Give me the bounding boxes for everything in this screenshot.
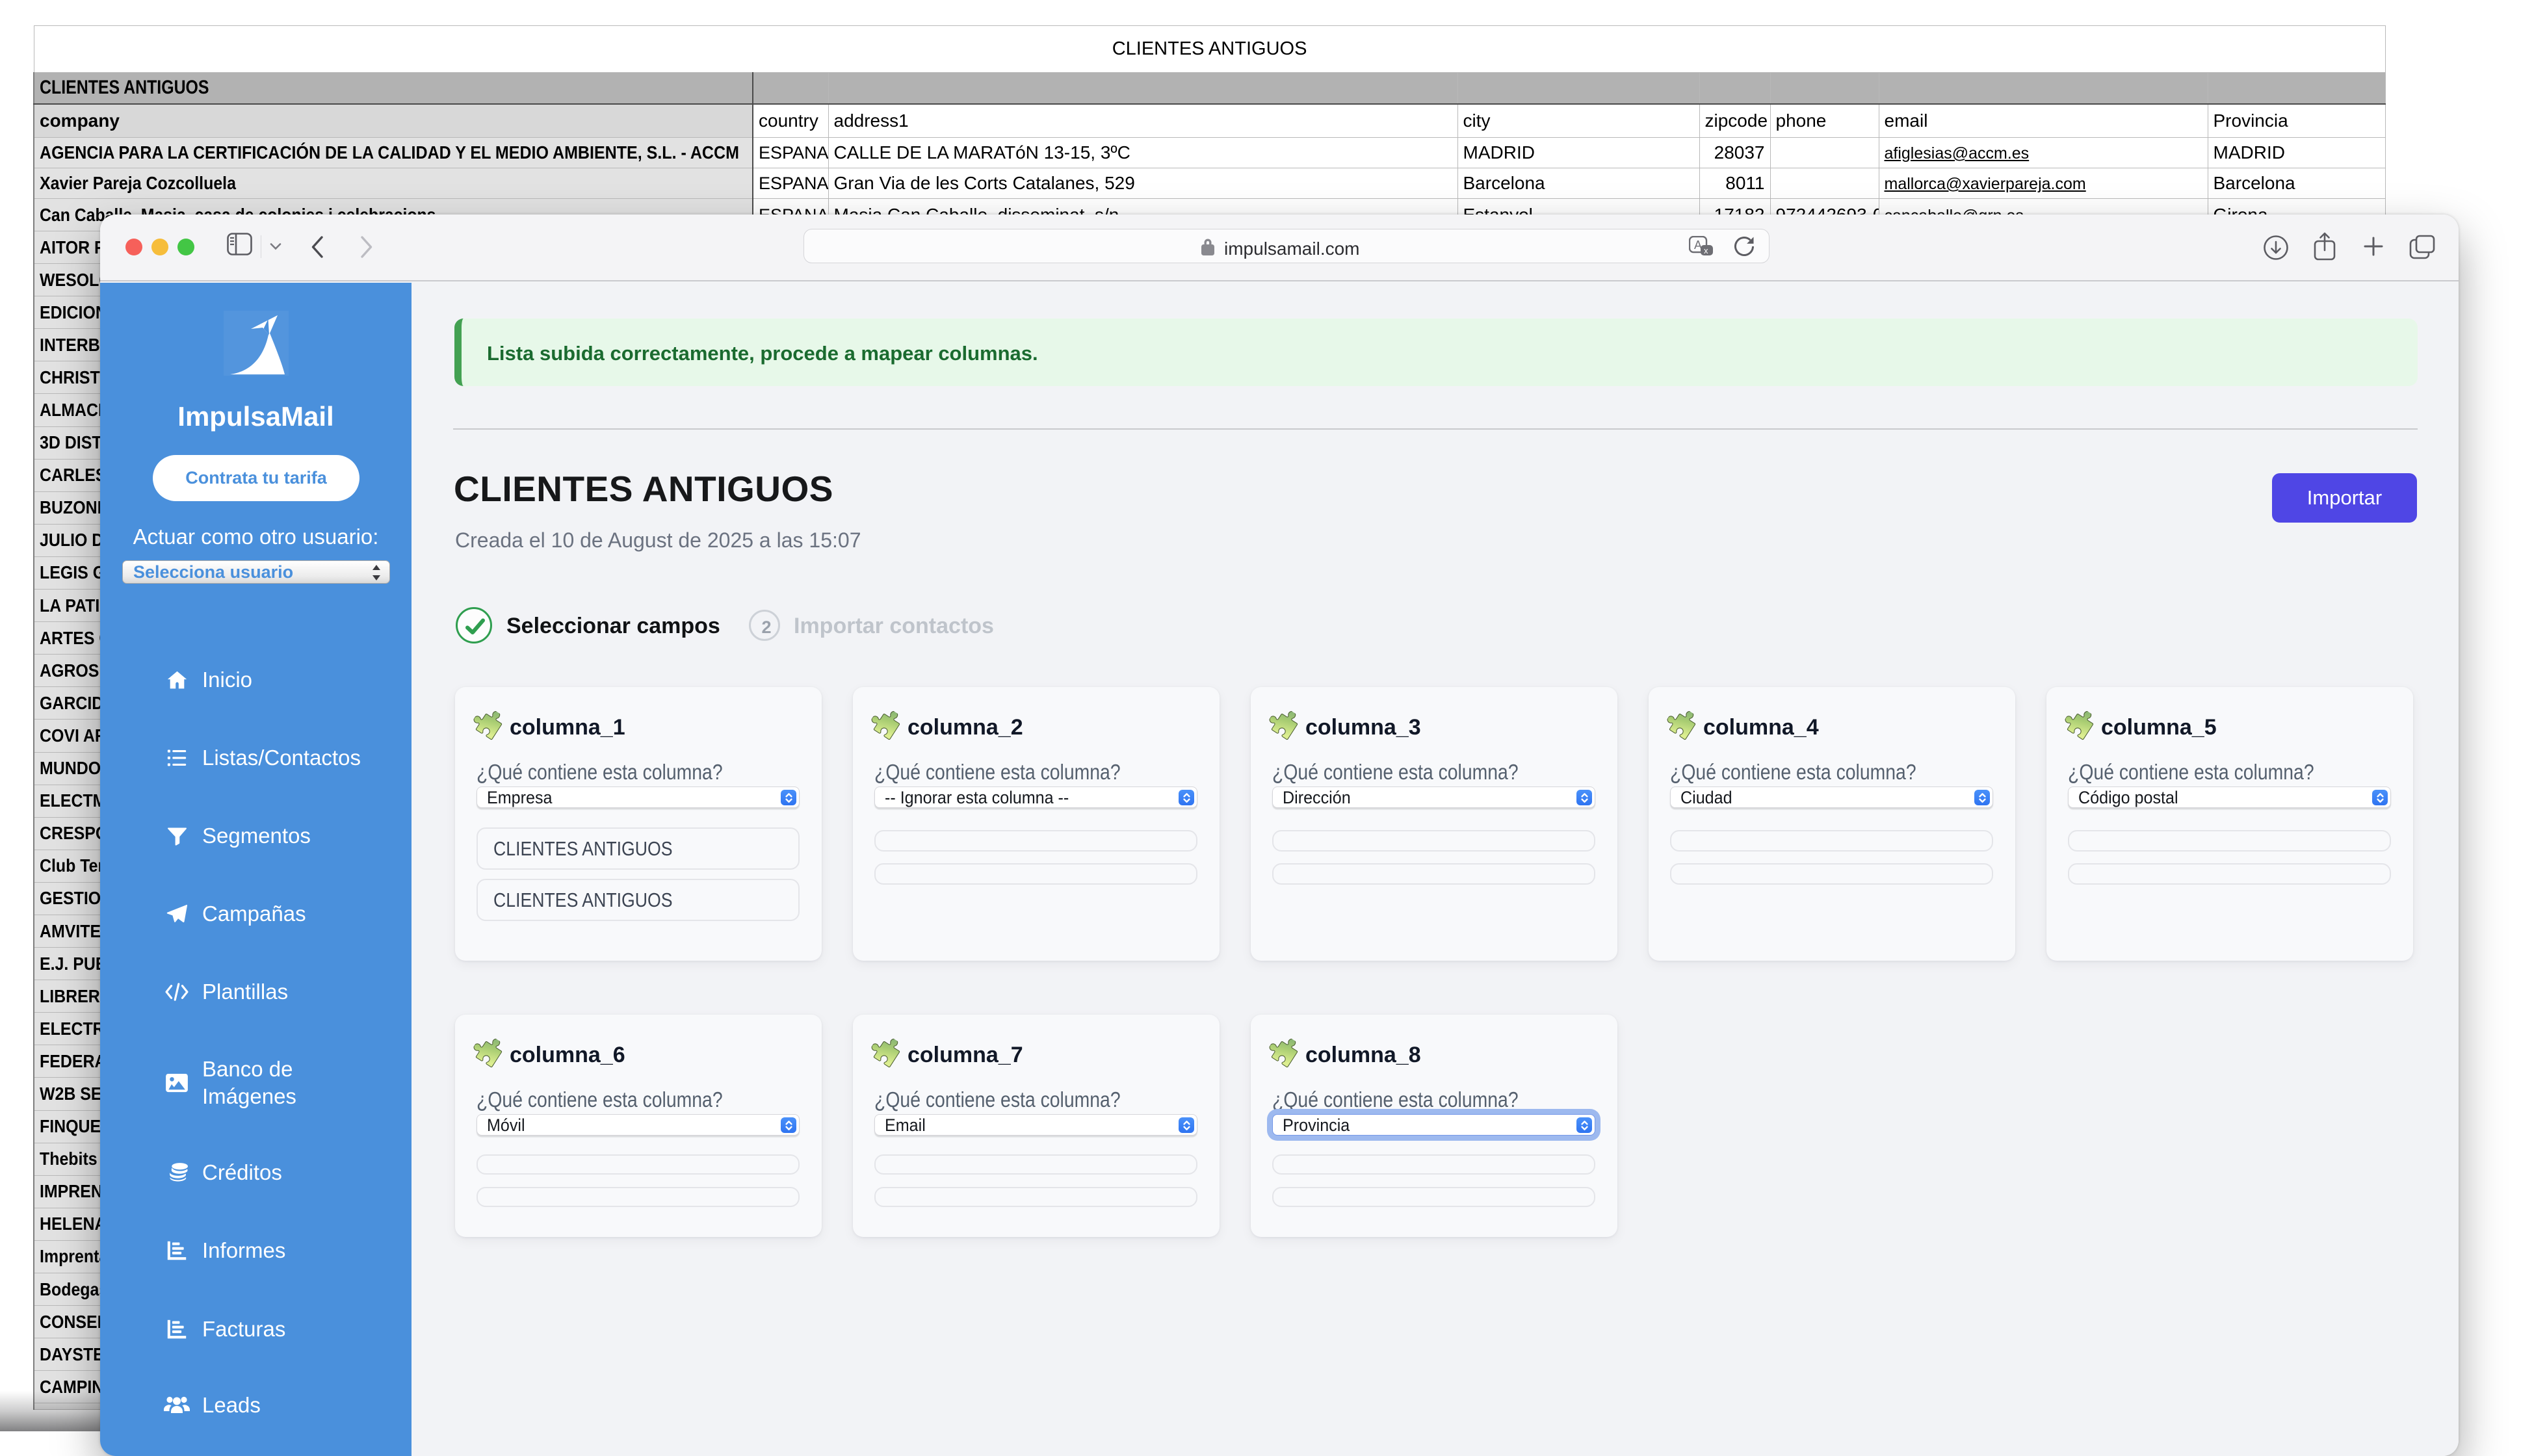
svg-text:x: x — [1704, 246, 1708, 255]
